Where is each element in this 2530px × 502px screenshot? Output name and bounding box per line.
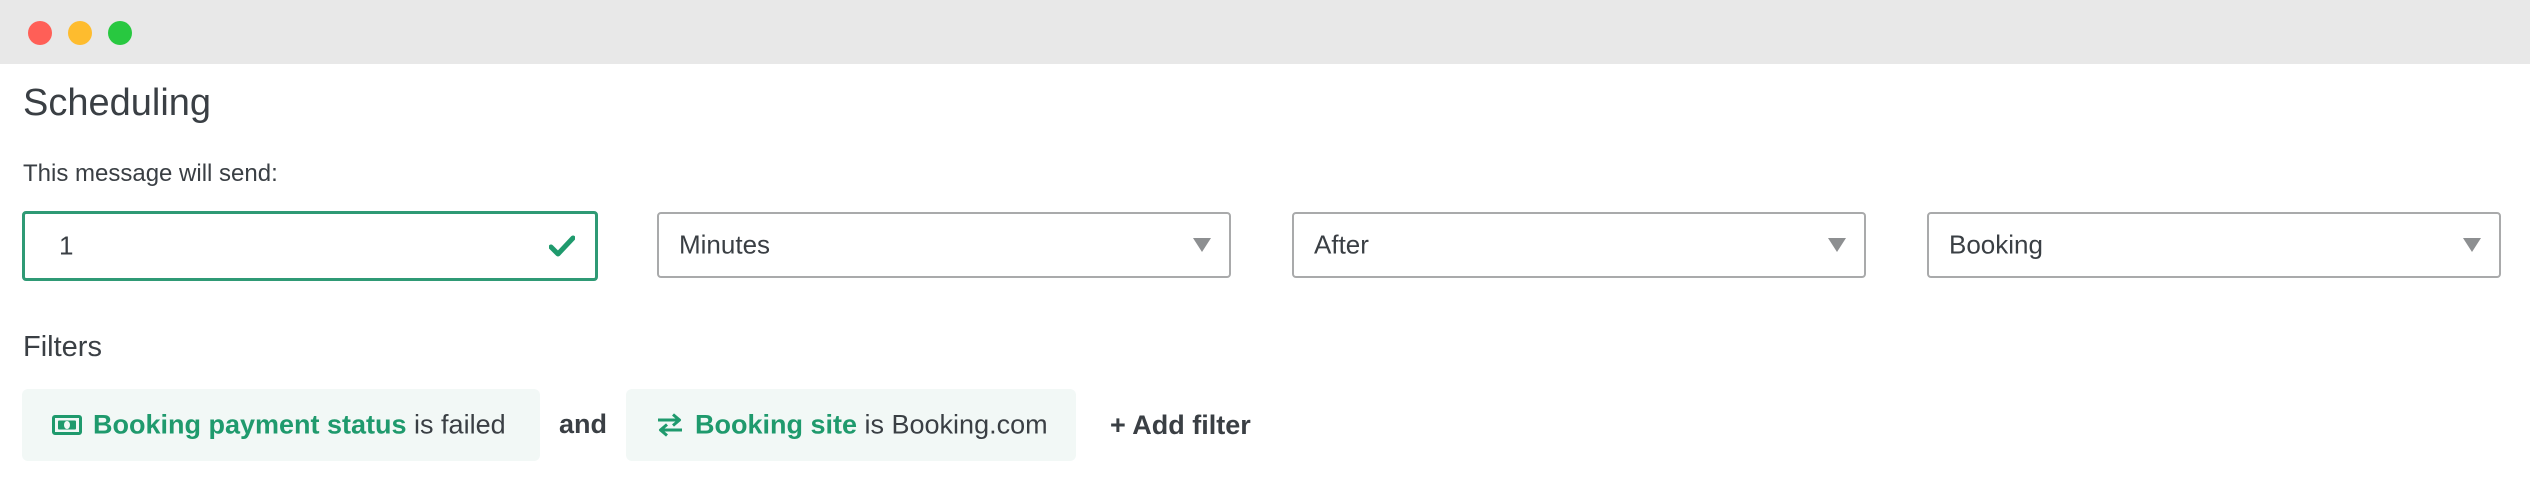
money-icon	[52, 415, 82, 435]
relation-select[interactable]: After	[1292, 212, 1866, 278]
amount-value: 1	[59, 230, 74, 261]
filter-chip-booking-site[interactable]: Booking site is Booking.com	[626, 389, 1076, 461]
relation-select-value: After	[1314, 229, 1369, 260]
section-title: Scheduling	[23, 82, 212, 124]
maximize-window-button[interactable]	[108, 21, 132, 45]
unit-select[interactable]: Minutes	[657, 212, 1231, 278]
filter-condition-text: is failed	[406, 409, 506, 440]
section-subtitle: This message will send:	[23, 160, 278, 187]
event-select[interactable]: Booking	[1927, 212, 2501, 278]
check-icon	[549, 235, 575, 257]
minimize-window-button[interactable]	[68, 21, 92, 45]
close-window-button[interactable]	[28, 21, 52, 45]
swap-arrows-icon	[658, 413, 682, 437]
filter-condition-text: is Booking.com	[857, 409, 1048, 440]
event-select-value: Booking	[1949, 229, 2043, 260]
filter-field-label: Booking site	[695, 409, 858, 440]
chevron-down-icon	[1828, 238, 1846, 252]
filter-field-label: Booking payment status	[93, 409, 407, 440]
window-titlebar	[0, 0, 2530, 64]
filters-heading: Filters	[23, 331, 102, 363]
chevron-down-icon	[1193, 238, 1211, 252]
chevron-down-icon	[2463, 238, 2481, 252]
unit-select-value: Minutes	[679, 229, 771, 260]
add-filter-button[interactable]: + Add filter	[1110, 410, 1251, 441]
filter-chip-payment-status[interactable]: Booking payment status is failed	[22, 389, 540, 461]
filter-conjunction: and	[559, 409, 608, 439]
amount-input[interactable]: 1	[22, 211, 598, 281]
